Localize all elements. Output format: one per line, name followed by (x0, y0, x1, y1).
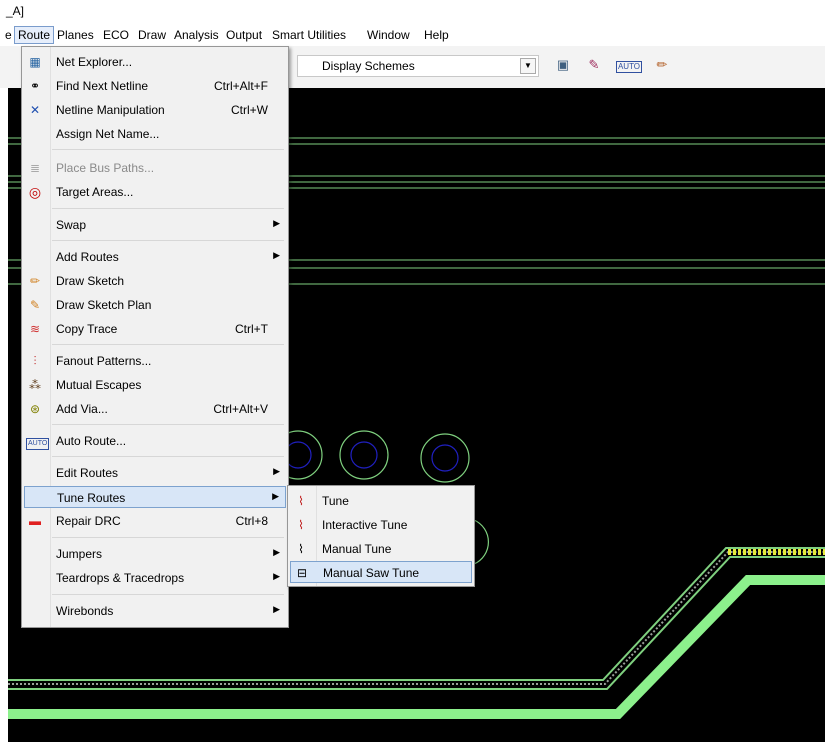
menu-item-assign-net-name[interactable]: Assign Net Name... (24, 123, 286, 145)
sketch-plan-icon: ✎ (29, 298, 41, 312)
target-icon: ◎ (28, 184, 42, 200)
menu-item-tune-routes[interactable]: Tune Routes ▶ (24, 486, 286, 508)
copy-trace-icon: ≋ (29, 322, 41, 336)
menu-separator (52, 456, 284, 457)
menu-item-add-via[interactable]: ⊛ Add Via... Ctrl+Alt+V (24, 398, 286, 420)
menu-item-repair-drc[interactable]: ▬ Repair DRC Ctrl+8 (24, 510, 286, 532)
submenu-arrow-icon: ▶ (273, 604, 280, 614)
display-schemes-label: Display Schemes (322, 59, 415, 73)
window-title-fragment: _A] (6, 4, 25, 18)
menu-item-find-next-netline[interactable]: ⚭ Find Next Netline Ctrl+Alt+F (24, 75, 286, 97)
menu-window[interactable]: Window (364, 27, 413, 43)
tune-icon: ⌇ (298, 494, 304, 508)
menu-item-swap[interactable]: Swap ▶ (24, 214, 286, 236)
menu-draw[interactable]: Draw (135, 27, 169, 43)
menu-item-add-routes[interactable]: Add Routes ▶ (24, 246, 286, 268)
interactive-tune-icon: ⌇ (298, 518, 304, 532)
menu-item-draw-sketch[interactable]: ✏ Draw Sketch (24, 270, 286, 292)
menu-item-teardrops[interactable]: Teardrops & Tracedrops ▶ (24, 567, 286, 589)
fanout-icon: ⫶ (33, 354, 37, 368)
net-explorer-icon: ▦ (29, 55, 41, 69)
menu-item-target-areas[interactable]: ◎ Target Areas... (24, 181, 286, 203)
mutual-escapes-icon: ⁂ (29, 378, 41, 392)
menu-separator (52, 149, 284, 150)
submenu-arrow-icon: ▶ (273, 571, 280, 581)
title-bar: _A] (0, 0, 825, 24)
manual-tune-icon: ⌇ (298, 542, 304, 556)
menu-eco[interactable]: ECO (100, 27, 132, 43)
via-icon: ⊛ (29, 402, 41, 416)
display-schemes-combo[interactable]: Display Schemes ▼ (297, 55, 539, 77)
submenu-arrow-icon: ▶ (273, 250, 280, 260)
menu-separator (52, 208, 284, 209)
submenu-arrow-icon: ▶ (273, 547, 280, 557)
menu-smart-utilities[interactable]: Smart Utilities (269, 27, 349, 43)
menu-item-tune[interactable]: ⌇ Tune (290, 490, 472, 512)
auto-route-icon: AUTO (26, 432, 50, 450)
saw-tune-icon: ⊟ (296, 566, 308, 580)
menu-separator (52, 240, 284, 241)
binoculars-icon: ⚭ (29, 79, 41, 93)
menu-output[interactable]: Output (223, 27, 265, 43)
menu-route[interactable]: Route (14, 26, 55, 44)
menu-help[interactable]: Help (421, 27, 452, 43)
menu-item-netline-manipulation[interactable]: ✕ Netline Manipulation Ctrl+W (24, 99, 286, 121)
menu-item-edit-routes[interactable]: Edit Routes ▶ (24, 462, 286, 484)
menu-item-auto-route[interactable]: AUTO Auto Route... (24, 430, 286, 452)
layers-icon[interactable]: ▣ (553, 55, 573, 75)
menu-planes[interactable]: Planes (54, 27, 97, 43)
menu-item-draw-sketch-plan[interactable]: ✎ Draw Sketch Plan (24, 294, 286, 316)
menu-item-manual-tune[interactable]: ⌇ Manual Tune (290, 538, 472, 560)
menu-separator (52, 344, 284, 345)
repair-drc-icon: ▬ (29, 514, 41, 528)
pencil-icon[interactable]: ✏ (652, 55, 672, 75)
chevron-down-icon[interactable]: ▼ (520, 58, 536, 74)
submenu-arrow-icon: ▶ (273, 218, 280, 228)
menu-item-place-bus-paths: ≣ Place Bus Paths... (24, 157, 286, 179)
submenu-arrow-icon: ▶ (272, 491, 279, 501)
pencil-icon: ✏ (29, 274, 41, 288)
via-pad (339, 430, 389, 480)
auto-icon[interactable]: AUTO (614, 55, 644, 75)
via-pad (473, 519, 490, 565)
tune-submenu: ⌇ Tune ⌇ Interactive Tune ⌇ Manual Tune … (287, 485, 475, 587)
via-drill (431, 444, 459, 472)
menu-item-mutual-escapes[interactable]: ⁂ Mutual Escapes (24, 374, 286, 396)
menu-separator (52, 424, 284, 425)
via-drill (350, 441, 378, 469)
menu-bar: e Route Planes ECO Draw Analysis Output … (0, 24, 825, 46)
bus-paths-icon: ≣ (29, 161, 41, 175)
via-pad (420, 433, 470, 483)
menu-file-fragment[interactable]: e (2, 27, 15, 43)
netline-icon: ✕ (29, 103, 41, 117)
menu-item-fanout-patterns[interactable]: ⫶ Fanout Patterns... (24, 350, 286, 372)
submenu-arrow-icon: ▶ (273, 466, 280, 476)
route-menu: ▦ Net Explorer... ⚭ Find Next Netline Ct… (21, 46, 289, 628)
menu-separator (52, 537, 284, 538)
brush-icon[interactable]: ✎ (584, 55, 604, 75)
menu-analysis[interactable]: Analysis (171, 27, 222, 43)
menu-item-jumpers[interactable]: Jumpers ▶ (24, 543, 286, 565)
menu-item-interactive-tune[interactable]: ⌇ Interactive Tune (290, 514, 472, 536)
menu-item-wirebonds[interactable]: Wirebonds ▶ (24, 600, 286, 622)
menu-item-manual-saw-tune[interactable]: ⊟ Manual Saw Tune (290, 561, 472, 583)
menu-item-net-explorer[interactable]: ▦ Net Explorer... (24, 51, 286, 73)
menu-item-copy-trace[interactable]: ≋ Copy Trace Ctrl+T (24, 318, 286, 340)
menu-separator (52, 594, 284, 595)
